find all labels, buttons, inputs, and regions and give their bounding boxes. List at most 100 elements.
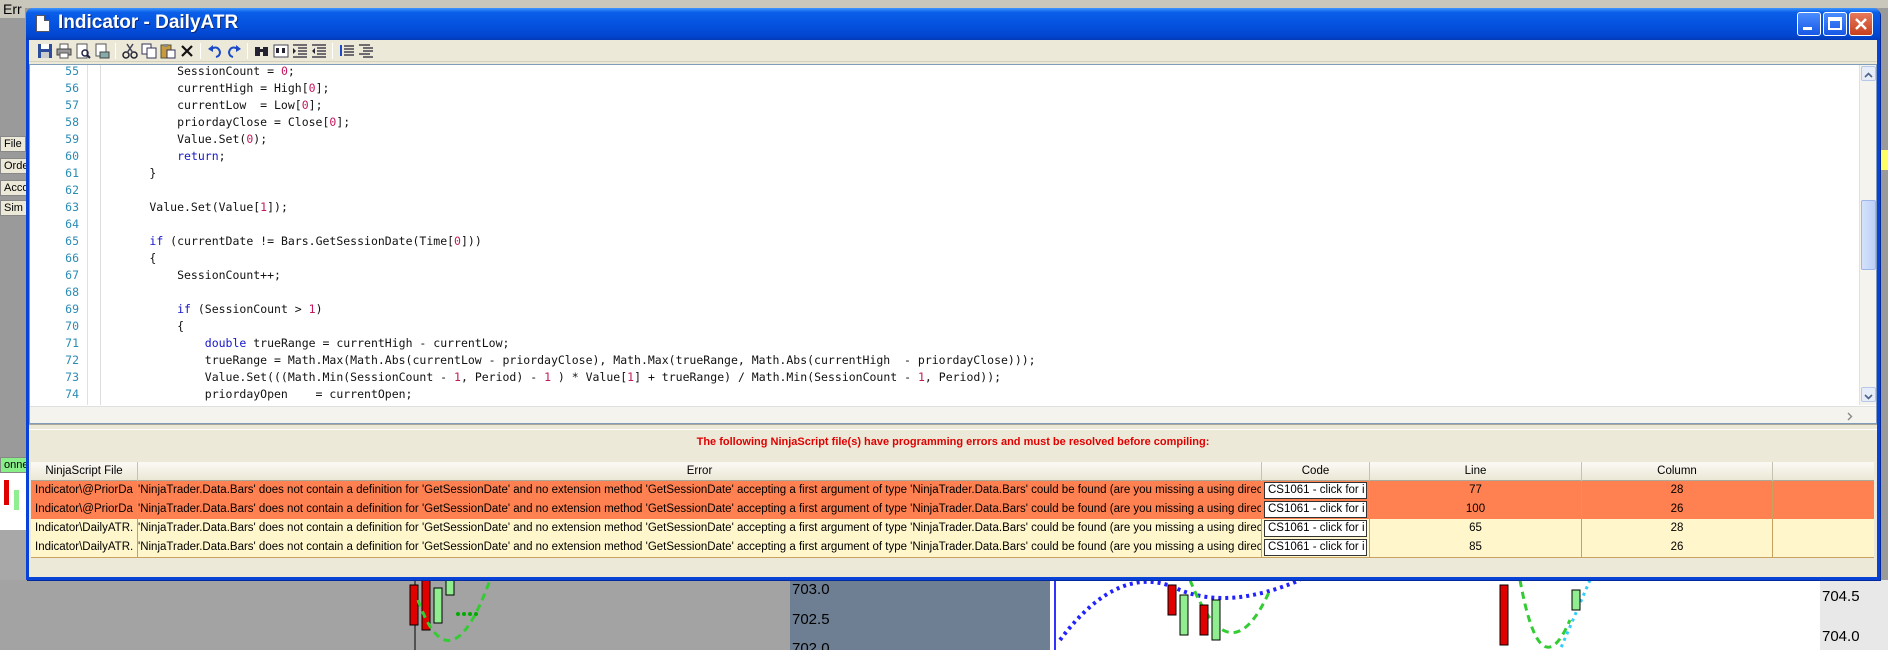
print-preview-button[interactable] — [75, 43, 91, 59]
find-button[interactable] — [254, 43, 270, 59]
error-code-link-button[interactable]: CS1061 - click for i — [1264, 501, 1367, 518]
code-line[interactable]: Value.Set(Value[1]); — [94, 199, 288, 216]
code-text: , Period)); — [924, 370, 1002, 384]
code-keyword: return — [177, 149, 219, 163]
save-button[interactable] — [37, 43, 53, 59]
line-number: 59 — [65, 132, 79, 146]
close-button[interactable] — [1849, 12, 1873, 36]
outdent-button[interactable] — [311, 43, 327, 59]
code-line[interactable]: SessionCount = 0; — [94, 65, 295, 80]
column-header-code[interactable]: Code — [1262, 462, 1370, 482]
column-header-file[interactable]: NinjaScript File — [31, 462, 138, 482]
code-line[interactable]: priordayClose = Close[0]; — [94, 114, 350, 131]
code-text: ])) — [460, 234, 482, 248]
undo-button[interactable] — [207, 43, 223, 59]
delete-button[interactable] — [179, 43, 195, 59]
cut-button[interactable] — [122, 43, 138, 59]
line-number: 63 — [65, 200, 79, 214]
paste-button[interactable] — [160, 43, 176, 59]
error-row[interactable]: Indicator\DailyATR. 'NinjaTrader.Data.Bar… — [31, 519, 1874, 539]
error-code-link-button[interactable]: CS1061 - click for i — [1264, 539, 1367, 556]
code-text: trueRange = currentHigh - currentLow; — [246, 336, 510, 350]
code-text: trueRange = Math.Max(Math.Abs(currentLow… — [94, 353, 1036, 367]
error-column-cell: 26 — [1582, 500, 1773, 520]
find-icon — [255, 47, 268, 56]
column-header-column[interactable]: Column — [1582, 462, 1773, 482]
code-area[interactable]: SessionCount = 0; currentHigh = High[0];… — [94, 65, 1864, 405]
error-file-cell: Indicator\@PriorDa — [31, 500, 138, 520]
code-line[interactable]: { — [94, 318, 184, 335]
code-number: 0 — [301, 98, 309, 112]
column-header-line[interactable]: Line — [1370, 462, 1582, 482]
code-text: { — [94, 319, 185, 333]
code-text: SessionCount++; — [94, 268, 281, 282]
window-titlebar[interactable]: Indicator - DailyATR — [26, 8, 1880, 40]
code-line[interactable]: currentLow = Low[0]; — [94, 97, 323, 114]
editor-toolbar — [29, 40, 1877, 62]
vertical-scrollbar[interactable] — [1859, 65, 1876, 405]
code-line[interactable]: if (currentDate != Bars.GetSessionDate(T… — [94, 233, 482, 250]
error-message-cell: 'NinjaTrader.Data.Bars' does not contain… — [138, 500, 1262, 520]
error-code-cell: CS1061 - click for i — [1262, 538, 1370, 558]
scroll-right-button[interactable] — [1843, 408, 1857, 422]
line-number: 72 — [65, 353, 79, 367]
find-replace-button[interactable] — [273, 43, 289, 59]
code-line[interactable]: double trueRange = currentHigh - current… — [94, 335, 510, 352]
indent-button[interactable] — [292, 43, 308, 59]
error-row[interactable]: Indicator\DailyATR. 'NinjaTrader.Data.Bar… — [31, 538, 1874, 558]
code-text: } — [94, 166, 157, 180]
chevron-down-icon — [1864, 394, 1873, 400]
line-number: 67 — [65, 268, 79, 282]
code-text: priordayOpen = currentOpen; — [94, 387, 413, 401]
line-number: 56 — [65, 81, 79, 95]
scroll-down-button[interactable] — [1861, 387, 1876, 402]
uncomment-button[interactable] — [358, 43, 374, 59]
maximize-button[interactable] — [1823, 12, 1847, 36]
bg-price-label: 704.5 — [1822, 588, 1860, 605]
code-number: 1 — [544, 370, 551, 384]
error-row[interactable]: Indicator\@PriorDa 'NinjaTrader.Data.Bars… — [31, 481, 1874, 501]
print-button[interactable] — [56, 43, 72, 59]
panel-splitter[interactable] — [29, 424, 1877, 430]
code-line[interactable]: { — [94, 250, 156, 267]
horizontal-scrollbar[interactable] — [30, 406, 1876, 423]
code-line[interactable]: if (SessionCount > 1) — [94, 301, 322, 318]
code-line[interactable]: SessionCount++; — [94, 267, 281, 284]
redo-button[interactable] — [226, 43, 242, 59]
code-line[interactable]: currentHigh = High[0]; — [94, 80, 329, 97]
print-icon — [56, 43, 72, 59]
code-text: priordayClose = Close[ — [94, 115, 330, 129]
error-code-cell: CS1061 - click for i — [1262, 519, 1370, 539]
copy-button[interactable] — [141, 43, 157, 59]
error-column-cell: 26 — [1582, 538, 1773, 558]
code-text: ]; — [308, 98, 323, 112]
code-line[interactable]: } — [94, 165, 156, 182]
error-column-cell: 28 — [1582, 481, 1773, 501]
line-number: 68 — [65, 285, 79, 299]
scroll-thumb[interactable] — [1861, 200, 1876, 270]
code-line[interactable]: trueRange = Math.Max(Math.Abs(currentLow… — [94, 352, 1036, 369]
bg-price-label: 702.0 — [792, 640, 830, 650]
page-setup-button[interactable] — [94, 43, 110, 59]
comment-button[interactable] — [339, 43, 355, 59]
error-code-link-button[interactable]: CS1061 - click for i — [1264, 520, 1367, 537]
code-text: ); — [253, 132, 268, 146]
code-line[interactable]: Value.Set(((Math.Min(SessionCount - 1, P… — [94, 369, 1001, 386]
error-code-cell: CS1061 - click for i — [1262, 500, 1370, 520]
code-editor[interactable]: 55 56 57 58 59 60 61 62 63 64 65 66 67 68 69 70 71 72 73 74… — [29, 64, 1877, 424]
scroll-up-button[interactable] — [1861, 66, 1876, 81]
line-number: 74 — [65, 387, 79, 401]
minimize-button[interactable] — [1797, 12, 1821, 36]
code-line[interactable]: Value.Set(0); — [94, 131, 267, 148]
code-line[interactable]: priordayOpen = currentOpen; — [94, 386, 413, 403]
code-text: Value.Set( — [94, 132, 247, 146]
toolbar-separator — [332, 43, 333, 59]
bg-menu-file: File — [0, 136, 26, 152]
column-header-error[interactable]: Error — [138, 462, 1262, 482]
code-line[interactable]: return; — [94, 148, 225, 165]
uncomment-icon — [359, 44, 373, 58]
error-code-link-button[interactable]: CS1061 - click for i — [1264, 482, 1367, 499]
maximize-icon — [1828, 17, 1842, 30]
error-row[interactable]: Indicator\@PriorDa 'NinjaTrader.Data.Bars… — [31, 500, 1874, 520]
